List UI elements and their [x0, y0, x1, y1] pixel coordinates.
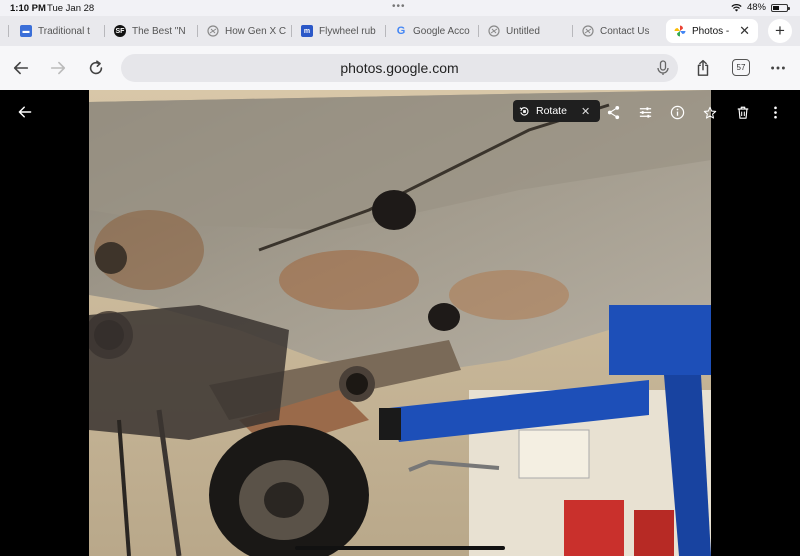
reload-icon: [89, 60, 103, 75]
battery-fill: [773, 5, 779, 10]
tab-label: How Gen X C: [225, 25, 287, 37]
delete-button[interactable]: [733, 102, 753, 122]
forward-arrow-icon: [50, 61, 66, 75]
globe-icon: [582, 25, 594, 37]
microphone-icon[interactable]: [656, 60, 670, 76]
car-undercarriage-photo[interactable]: [89, 90, 711, 556]
site-blue-logo-icon: m: [301, 25, 313, 37]
tab-how-gen-x[interactable]: How Gen X C: [207, 21, 289, 41]
forward-button[interactable]: [46, 56, 70, 80]
info-button[interactable]: [667, 102, 687, 122]
address-bar[interactable]: photos.google.com: [121, 54, 678, 82]
tab-separator: [197, 25, 198, 37]
url-text: photos.google.com: [340, 60, 459, 76]
tab-the-best[interactable]: SF The Best "N: [114, 21, 190, 41]
more-horizontal-icon: [771, 66, 785, 70]
status-time: 1:10 PM: [10, 3, 46, 14]
status-date: Tue Jan 28: [47, 3, 95, 14]
rotate-icon: [519, 106, 529, 116]
reload-button[interactable]: [84, 56, 108, 80]
battery-icon: [771, 3, 790, 12]
tab-label: Google Acco: [413, 25, 470, 37]
trash-icon: [737, 106, 749, 119]
browser-toolbar: photos.google.com 57: [0, 46, 800, 90]
favorite-button[interactable]: [700, 103, 720, 123]
back-arrow-icon: [13, 61, 29, 75]
tab-switcher-button[interactable]: 57: [732, 59, 750, 76]
star-icon: [703, 106, 717, 119]
viewer-back-button[interactable]: [15, 102, 35, 122]
tab-bar: ▬ Traditional t SF The Best "N How Gen X…: [0, 16, 800, 46]
photo-viewer: Rotate ✕: [0, 90, 800, 556]
tab-contact-us[interactable]: Contact Us: [582, 21, 662, 41]
photo-illustration: [89, 90, 711, 556]
tab-separator: [104, 25, 105, 37]
tab-label: The Best "N: [132, 25, 186, 37]
tab-label: Photos -: [692, 25, 730, 37]
tab-label: Contact Us: [600, 25, 650, 37]
rotate-button[interactable]: Rotate ✕: [513, 100, 601, 122]
edit-photo-button[interactable]: [635, 102, 655, 122]
plus-icon: +: [775, 21, 785, 40]
multitasking-dots-icon[interactable]: •••: [392, 1, 406, 12]
tab-separator: [572, 25, 573, 37]
adjust-sliders-icon: [639, 106, 651, 118]
more-vertical-icon: [773, 106, 777, 118]
tab-traditional[interactable]: ▬ Traditional t: [20, 21, 95, 41]
home-indicator[interactable]: [295, 546, 505, 550]
site-blue-square-icon: ▬: [20, 25, 32, 37]
tab-label: Untitled: [506, 25, 540, 37]
tab-flywheel[interactable]: m Flywheel rub: [301, 21, 379, 41]
status-bar: 1:10 PM Tue Jan 28 ••• 48%: [0, 0, 800, 16]
tab-separator: [291, 25, 292, 37]
tab-separator: [478, 25, 479, 37]
close-rotate-icon[interactable]: ✕: [581, 105, 590, 118]
battery-percent: 48%: [746, 2, 766, 13]
back-button[interactable]: [9, 56, 33, 80]
tab-separator: [385, 25, 386, 37]
more-menu-button[interactable]: [766, 56, 790, 80]
tab-untitled[interactable]: Untitled: [488, 21, 568, 41]
tab-label: Traditional t: [38, 25, 90, 37]
back-arrow-icon: [18, 106, 32, 118]
site-black-circle-icon: SF: [114, 25, 126, 37]
photo-more-button[interactable]: [765, 102, 785, 122]
globe-icon: [488, 25, 500, 37]
new-tab-button[interactable]: +: [768, 19, 792, 43]
close-tab-icon[interactable]: ✕: [739, 23, 750, 39]
rotate-label: Rotate: [536, 105, 567, 117]
globe-icon: [207, 25, 219, 37]
tab-label: Flywheel rub: [319, 25, 376, 37]
share-icon: [697, 59, 709, 76]
tab-google-account[interactable]: G Google Acco: [395, 21, 475, 41]
share-button[interactable]: [691, 56, 715, 80]
google-photos-icon: [674, 25, 686, 37]
share-photo-button[interactable]: [603, 102, 623, 122]
share-nodes-icon: [607, 105, 619, 119]
tab-photos[interactable]: Photos - ✕: [666, 19, 758, 43]
info-icon: [670, 105, 684, 119]
google-g-icon: G: [396, 25, 406, 37]
wifi-icon: [731, 4, 742, 12]
tab-separator: [8, 25, 9, 37]
